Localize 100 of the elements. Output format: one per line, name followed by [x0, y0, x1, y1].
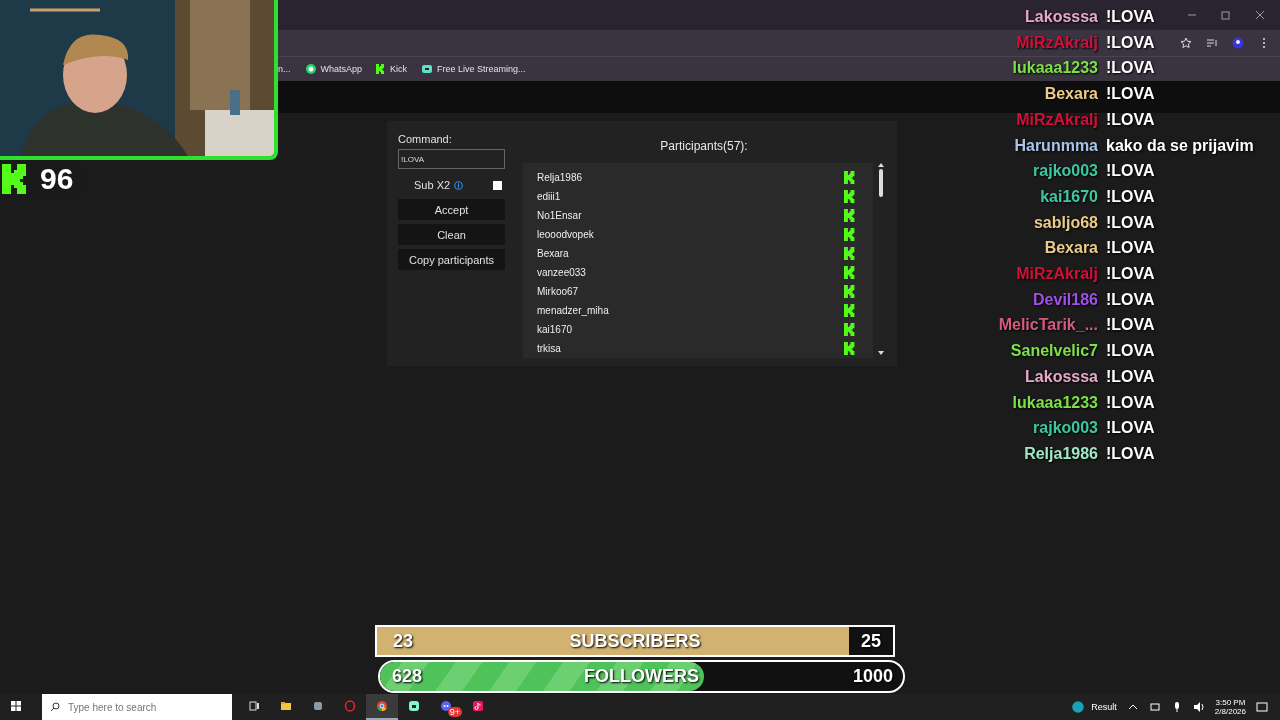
participant-name: kai1670: [537, 324, 573, 335]
command-label: Command:: [398, 133, 453, 145]
chat-message: !LOVA: [1106, 161, 1155, 182]
restore-icon[interactable]: [1220, 9, 1232, 21]
kick-logo-icon: [376, 64, 387, 74]
chat-message: !LOVA: [1106, 315, 1155, 336]
kick-logo-icon: [844, 266, 857, 279]
scroll-up-arrow-icon[interactable]: [878, 163, 884, 167]
goal-label: FOLLOWERS: [584, 666, 699, 687]
speaker-icon[interactable]: [1192, 701, 1205, 713]
chat-message: !LOVA: [1106, 32, 1155, 53]
media-queue-icon[interactable]: [1206, 37, 1218, 49]
participant-name: leooodvopek: [537, 229, 594, 240]
sub-x2-checkbox[interactable]: [493, 180, 503, 190]
panel-button[interactable]: Accept: [398, 199, 505, 220]
scroll-down-arrow-icon[interactable]: [878, 351, 884, 355]
chat-message: !LOVA: [1106, 392, 1155, 413]
kick-logo-icon: [844, 228, 857, 241]
folder-icon: [280, 700, 292, 712]
chat-username: Lakosssa: [1024, 7, 1098, 27]
kick-logo-icon: [844, 209, 857, 222]
globe-icon: [1071, 700, 1086, 714]
chat-message: !LOVA: [1106, 7, 1155, 27]
browser-icon: [376, 700, 388, 712]
notification-badge: 9+: [447, 707, 462, 717]
chat-username: Bexara: [1043, 84, 1098, 105]
participant-name: menadzer_miha: [537, 305, 609, 316]
follower-count: 96: [40, 162, 74, 196]
chat-username: kai1670: [1039, 186, 1098, 207]
profile-avatar-icon[interactable]: [1232, 37, 1244, 49]
bookmark[interactable]: Kick: [376, 64, 408, 74]
chat-message: !LOVA: [1106, 341, 1155, 362]
taskbar-search-field[interactable]: Type here to search: [42, 694, 232, 720]
streamlabs-icon: [408, 700, 420, 712]
goal-target: 25: [860, 630, 881, 652]
chat-username: lukaaa1233: [1011, 392, 1098, 413]
chat-username: Harunmma: [1013, 135, 1098, 156]
windows-logo-icon: [10, 700, 22, 712]
star-icon[interactable]: [1180, 37, 1192, 49]
discord-icon: [440, 700, 452, 712]
chat-username: Devil186: [1032, 289, 1098, 310]
panel-button[interactable]: Copy participants: [398, 249, 505, 270]
chat-message: !LOVA: [1106, 366, 1155, 387]
opera-icon: [344, 700, 356, 712]
chat-username: lukaaa1233: [1011, 58, 1098, 79]
clock[interactable]: 3:50 PM 2/8/2026: [1214, 698, 1246, 716]
taskbar-app[interactable]: [366, 694, 398, 720]
chat-username: Lakosssa: [1024, 366, 1098, 387]
chat-message: !LOVA: [1106, 238, 1155, 259]
sub-x2-label: Sub X2: [414, 179, 451, 191]
chat-message: !LOVA: [1106, 289, 1155, 310]
goal-current: 628: [392, 666, 423, 687]
close-icon[interactable]: [1254, 9, 1266, 21]
kick-logo-icon: [844, 247, 857, 260]
kick-logo-icon: [844, 171, 857, 184]
kick-logo-icon: [844, 304, 857, 317]
goal-label: SUBSCRIBERS: [569, 630, 701, 652]
chat-username: rajko003: [1032, 161, 1098, 182]
chat-message: !LOVA: [1106, 264, 1155, 285]
kick-logo-icon: [844, 190, 857, 203]
chat-message: !LOVA: [1106, 84, 1155, 105]
chat-username: Bexara: [1043, 238, 1098, 259]
chat-username: Sanelvelic7: [1009, 341, 1098, 362]
goal-current: 23: [393, 630, 414, 652]
kick-logo-icon: [844, 323, 857, 336]
chat-username: Relja1986: [1023, 443, 1098, 464]
chat-message: !LOVA: [1106, 443, 1155, 464]
bookmark[interactable]: Free Live Streaming...: [421, 63, 526, 75]
taskbar-app[interactable]: 9+: [430, 694, 462, 720]
participant-name: Bexara: [537, 248, 569, 259]
chat-bubble-icon: [304, 63, 317, 75]
weather-widget[interactable]: Result: [1071, 700, 1117, 714]
bookmark[interactable]: WhatsApp: [304, 63, 363, 75]
participant-name: vanzee033: [537, 267, 586, 278]
chat-message: !LOVA: [1106, 186, 1155, 207]
panel-button[interactable]: Clean: [398, 224, 505, 245]
chat-username: MelicTarik_...: [997, 315, 1098, 336]
network-icon[interactable]: [1148, 701, 1161, 713]
chat-username: MiRzAkralj: [1015, 32, 1098, 53]
monitor-icon: [421, 63, 434, 75]
participant-name: No1Ensar: [537, 210, 582, 221]
kick-logo-icon: [844, 342, 857, 355]
scrollbar[interactable]: [877, 163, 885, 355]
chat-username: rajko003: [1032, 418, 1098, 439]
chat-username: sabljo68: [1032, 212, 1098, 233]
bookmark[interactable]: n...: [278, 64, 291, 74]
chat-username: MiRzAkralj: [1015, 264, 1098, 285]
chat-message: kako da se prijavim: [1106, 135, 1254, 156]
goal-target: 1000: [852, 666, 893, 687]
participant-name: trkisa: [537, 343, 561, 354]
info-icon: [454, 180, 464, 190]
participants-title: Participants(57):: [660, 139, 748, 153]
app-icon: [312, 700, 324, 712]
notification-icon[interactable]: [1256, 701, 1268, 713]
chat-message: !LOVA: [1106, 418, 1155, 439]
command-field[interactable]: !LOVA: [398, 149, 505, 169]
chat-message: !LOVA: [1106, 58, 1155, 79]
participant-name: ediii1: [537, 191, 561, 202]
search-icon: [50, 702, 60, 712]
task-view-icon: [248, 700, 260, 712]
